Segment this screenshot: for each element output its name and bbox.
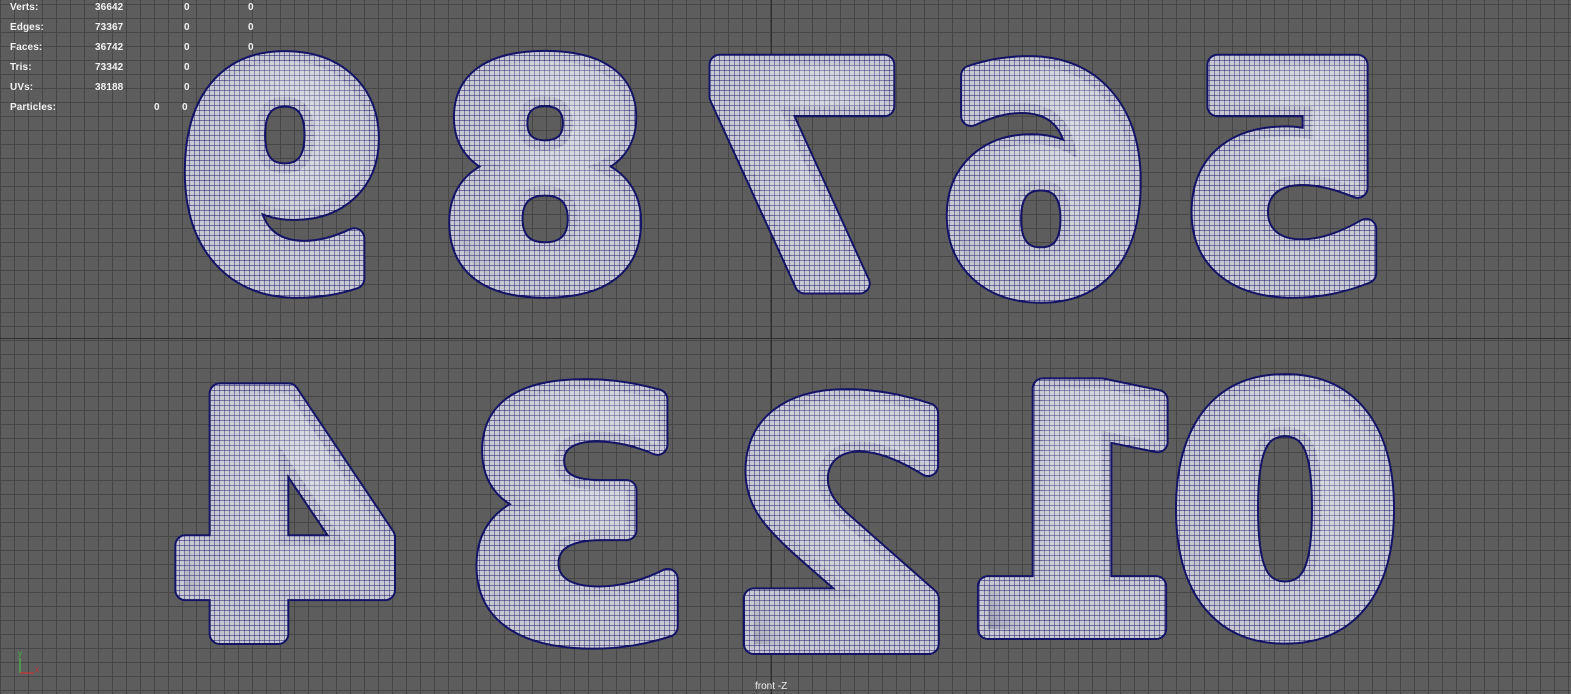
hud-v1: 38188: [95, 82, 124, 93]
hud-label: Tris:: [10, 62, 32, 73]
digit-mesh-shading: 9: [176, 6, 385, 355]
hud-label: Edges:: [10, 22, 44, 33]
digit-mesh-shading: 4: [170, 328, 400, 694]
hud-v1: 36742: [95, 42, 124, 53]
hud-v2: 0: [184, 82, 190, 93]
digit-mesh-1[interactable]: 111: [954, 312, 1206, 694]
gizmo-x-label: x: [35, 665, 39, 674]
axis-gizmo: y x: [18, 650, 39, 674]
hud-v1: 73367: [95, 22, 124, 33]
mesh-layer[interactable]: 999 888 777 666 555444 333 222 111000: [0, 0, 1571, 694]
digit-mesh-shading: 1: [965, 323, 1195, 694]
hud-particles-v1: 0: [154, 102, 160, 113]
hud-v1: 36642: [95, 2, 124, 13]
glyph-layer: 999 888 777 666 555444 333 222 111000: [159, 0, 1411, 694]
digit-mesh-3[interactable]: 333: [449, 317, 701, 694]
viewport-front[interactable]: 999888777666555444333222111000 Verts: 366…: [0, 0, 1571, 694]
hud-v3: 0: [248, 22, 254, 33]
digit-mesh-shading: 8: [441, 6, 650, 355]
digit-mesh-9[interactable]: 999: [165, 0, 396, 366]
hud-label: UVs:: [10, 82, 34, 93]
digit-mesh-7[interactable]: 777: [685, 0, 916, 366]
hud-label: Faces:: [10, 42, 43, 53]
hud-v2: 0: [184, 22, 190, 33]
hud-v1: 73342: [95, 62, 124, 73]
digit-mesh-4[interactable]: 444: [159, 317, 411, 694]
hud-v2: 0: [184, 62, 190, 73]
hud-particles-v2: 0: [182, 102, 188, 113]
digit-mesh-2[interactable]: 222: [714, 327, 966, 694]
digit-mesh-6[interactable]: 666: [930, 0, 1161, 371]
digit-mesh-5[interactable]: 555: [1170, 0, 1401, 366]
digit-mesh-shading: 7: [696, 6, 905, 355]
hud-particles-label: Particles:: [10, 102, 57, 113]
hud-label: Verts:: [10, 2, 39, 13]
hud-v3: 0: [248, 2, 254, 13]
hud-v3: 0: [248, 42, 254, 53]
digit-mesh-shading: 2: [725, 338, 955, 694]
digit-mesh-shading: 5: [1181, 6, 1390, 355]
gizmo-y-label: y: [18, 650, 22, 658]
hud-v2: 0: [184, 2, 190, 13]
digit-mesh-shading: 6: [941, 11, 1150, 360]
digit-mesh-shading: 3: [460, 328, 690, 694]
digit-mesh-8[interactable]: 888: [430, 0, 661, 366]
hud-v2: 0: [184, 42, 190, 53]
camera-label: front -Z: [755, 681, 788, 692]
digit-mesh-shading: 0: [1170, 323, 1400, 694]
digit-mesh-0[interactable]: 000: [1159, 312, 1411, 694]
